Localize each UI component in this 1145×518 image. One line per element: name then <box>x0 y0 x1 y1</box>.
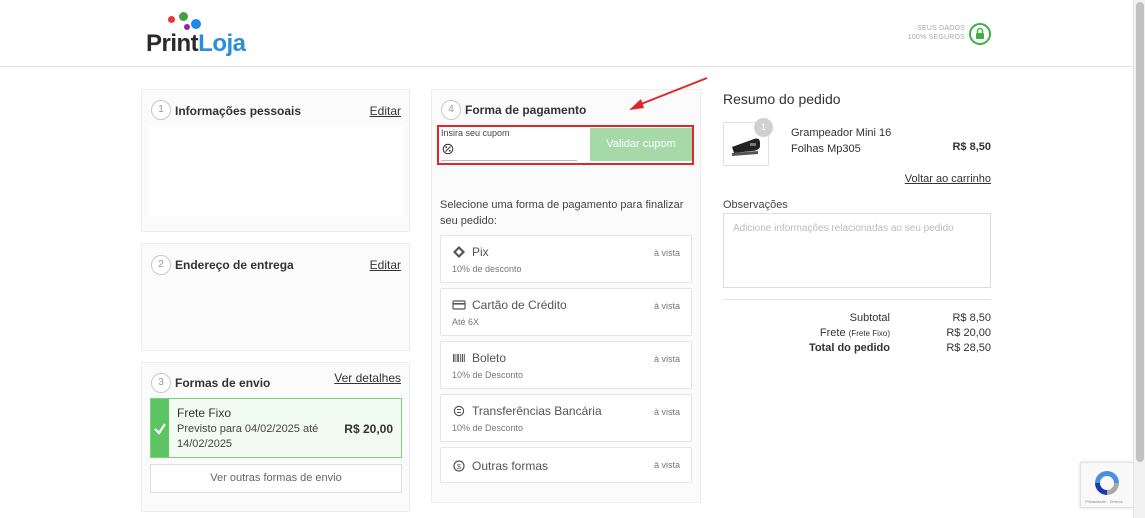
annotation-arrow <box>629 77 708 110</box>
payment-option-other[interactable]: $ Outras formas à vista <box>440 447 692 483</box>
summary-title: Resumo do pedido <box>723 91 841 107</box>
payment-option-boleto[interactable]: Boleto 10% de Desconto à vista <box>440 341 692 389</box>
recaptcha-icon <box>1095 471 1119 495</box>
shipping-option-selected[interactable]: Frete Fixo Previsto para 04/02/2025 até … <box>150 398 402 458</box>
payment-name: Boleto <box>472 351 507 365</box>
pix-icon <box>452 245 466 258</box>
secure-line-2: 100% SEGUROS <box>907 34 965 41</box>
subtotal-value: R$ 8,50 <box>952 312 991 324</box>
step-number: 2 <box>151 255 171 275</box>
payment-option-pix[interactable]: Pix 10% de desconto à vista <box>440 235 692 283</box>
shipping-total-label: Frete (Frete Fixo) <box>720 327 890 339</box>
payment-name: Pix <box>472 245 489 259</box>
site-header: PrintLoja SEUS DADOS 100% SEGUROS <box>0 0 1133 67</box>
personal-info-card: 1 Informações pessoais Editar <box>141 89 410 232</box>
payment-name: Outras formas <box>472 459 549 473</box>
check-icon <box>151 399 169 457</box>
payment-sub: Até 6X <box>452 317 480 327</box>
logo-text-print: Print <box>146 30 199 57</box>
printloja-logo[interactable]: PrintLoja <box>146 10 246 58</box>
payment-tag: à vista <box>653 407 680 417</box>
payment-option-credit-card[interactable]: Cartão de Crédito Até 6X à vista <box>440 288 692 336</box>
shipping-label-note: (Frete Fixo) <box>848 329 890 338</box>
card-title: Formas de envio <box>175 376 271 390</box>
shipping-label-text: Frete <box>819 327 846 339</box>
payment-sub: 10% de Desconto <box>452 370 524 380</box>
card-title: Forma de pagamento <box>465 103 587 117</box>
personal-info-body <box>149 126 403 216</box>
logo-text-loja: Loja <box>198 30 246 57</box>
shipping-name: Frete Fixo <box>177 406 232 420</box>
product-price: R$ 8,50 <box>952 141 991 153</box>
shipping-price: R$ 20,00 <box>344 422 393 436</box>
coupon-label: Insira seu cupom <box>441 128 510 138</box>
coupon-section: Insira seu cupom Validar cupom <box>437 125 694 165</box>
logo-dot <box>179 12 188 21</box>
step-number: 1 <box>151 100 171 120</box>
edit-address-link[interactable]: Editar <box>370 258 401 272</box>
logo-text: PrintLoja <box>146 30 246 58</box>
barcode-icon <box>452 351 466 363</box>
card-title: Endereço de entrega <box>175 258 294 272</box>
checkout-page: PrintLoja SEUS DADOS 100% SEGUROS 1 Info… <box>0 0 1145 518</box>
back-to-cart-link[interactable]: Voltar ao carrinho <box>880 173 991 185</box>
page-scrollbar[interactable] <box>1133 0 1145 518</box>
lock-icon <box>969 23 991 45</box>
scrollbar-thumb[interactable] <box>1136 2 1144 462</box>
summary-divider <box>723 299 991 300</box>
svg-text:$: $ <box>457 464 461 471</box>
step-number: 4 <box>441 100 461 120</box>
payment-name: Cartão de Crédito <box>472 298 567 312</box>
coupon-input[interactable] <box>441 141 577 161</box>
order-total-label: Total do pedido <box>808 342 890 354</box>
payment-name: Transferências Bancária <box>472 404 602 418</box>
logo-dot <box>191 19 201 29</box>
card-title: Informações pessoais <box>175 104 302 118</box>
validate-coupon-button[interactable]: Validar cupom <box>590 128 692 161</box>
shipping-card: 3 Formas de envio Ver detalhes Frete Fix… <box>141 362 410 512</box>
recaptcha-badge[interactable]: Privacidade - Termos <box>1080 462 1133 508</box>
address-card: 2 Endereço de entrega Editar <box>141 243 410 351</box>
payment-tag: à vista <box>653 354 680 364</box>
step-number: 3 <box>151 373 171 393</box>
transfer-icon <box>452 404 466 417</box>
payment-intro: Selecione uma forma de pagamento para fi… <box>440 199 684 227</box>
payment-option-transfer[interactable]: Transferências Bancária 10% de Desconto … <box>440 394 692 442</box>
payment-tag: à vista <box>653 460 680 470</box>
product-quantity-badge: 1 <box>754 118 773 137</box>
subtotal-label: Subtotal <box>849 312 890 324</box>
dollar-icon: $ <box>452 459 466 472</box>
payment-tag: à vista <box>653 301 680 311</box>
payment-tag: à vista <box>653 248 680 258</box>
shipping-total-value: R$ 20,00 <box>946 327 991 339</box>
product-name: Grampeador Mini 16 Folhas Mp305 <box>791 127 892 155</box>
payment-sub: 10% de Desconto <box>452 423 524 433</box>
shipping-description: Previsto para 04/02/2025 até 14/02/2025 <box>177 423 319 450</box>
payment-sub: 10% de desconto <box>452 264 522 274</box>
logo-dot <box>168 16 175 23</box>
credit-card-icon <box>452 298 466 310</box>
edit-personal-link[interactable]: Editar <box>370 104 401 118</box>
secure-line-1: SEUS DADOS <box>917 25 965 32</box>
shipping-details-link[interactable]: Ver detalhes <box>334 371 401 385</box>
order-total-value: R$ 28,50 <box>946 342 991 354</box>
secure-badge: SEUS DADOS 100% SEGUROS <box>900 23 995 47</box>
recaptcha-text[interactable]: Privacidade - Termos <box>1085 499 1123 504</box>
notes-label: Observações <box>723 199 788 211</box>
other-shipping-button[interactable]: Ver outras formas de envio <box>150 464 402 493</box>
notes-textarea[interactable] <box>723 213 991 288</box>
